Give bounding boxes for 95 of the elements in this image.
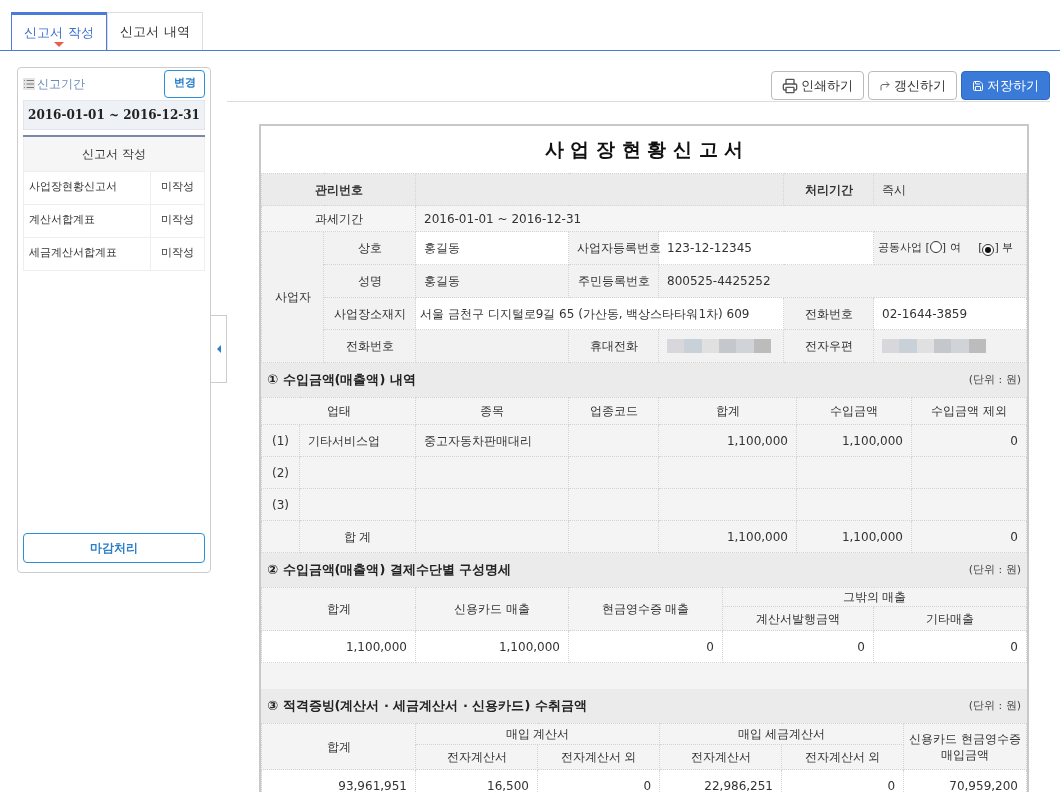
field-value: 2016-01-01 ~ 2016-12-31 bbox=[415, 205, 1027, 232]
column-header: 합계 bbox=[658, 397, 797, 425]
print-button[interactable]: 인쇄하기 bbox=[771, 71, 864, 100]
unit-label: (단위 : 원) bbox=[968, 371, 1021, 388]
bracket-text: ] bbox=[994, 240, 999, 254]
field-value: 즉시 bbox=[873, 173, 1027, 206]
table-cell: 1,100,000 bbox=[796, 520, 912, 553]
total-label: 합 계 bbox=[299, 520, 416, 553]
field-value: 홍길동 bbox=[415, 231, 569, 265]
column-header: 그밖의 매출 bbox=[722, 587, 1027, 607]
unit-label: (단위 : 원) bbox=[968, 561, 1021, 578]
column-header: 현금영수증 매출 bbox=[568, 587, 723, 631]
field-label: 휴대전화 bbox=[568, 329, 659, 363]
caret-icon bbox=[216, 345, 221, 353]
field-label: 주민등록번호 bbox=[568, 264, 659, 298]
table-cell: 1,100,000 bbox=[658, 520, 797, 553]
field-value: 02-1644-3859 bbox=[873, 297, 1027, 330]
save-button[interactable]: 저장하기 bbox=[961, 71, 1050, 100]
field-label: 처리기간 bbox=[783, 173, 874, 206]
option-label: 여 bbox=[949, 240, 961, 254]
table-cell: 0 bbox=[568, 630, 723, 663]
field-label: 사업자등록번호 bbox=[568, 231, 659, 265]
field-value: 홍길동 bbox=[415, 264, 569, 298]
table-cell: 1,100,000 bbox=[415, 630, 569, 663]
radio-button[interactable] bbox=[929, 240, 942, 253]
section-title: ① 수입금액(매출액) 내역 bbox=[267, 371, 416, 390]
bracket-text: ] bbox=[941, 240, 947, 254]
section-title: ② 수입금액(매출액) 결제수단별 구성명세 bbox=[267, 561, 512, 580]
row-index: (3) bbox=[261, 488, 300, 521]
report-name[interactable]: 세금계산서합계표 bbox=[23, 237, 151, 270]
period-value: 2016-01-01 ~ 2016-12-31 bbox=[23, 100, 205, 130]
save-icon bbox=[972, 79, 984, 92]
field-label: 공동사업 bbox=[878, 240, 923, 254]
printer-icon bbox=[782, 77, 798, 94]
option-label: 부 bbox=[1002, 240, 1014, 254]
column-header: 수입금액 bbox=[796, 397, 912, 425]
list-icon bbox=[23, 77, 35, 90]
caret-icon bbox=[54, 42, 64, 47]
table-cell: 0 bbox=[873, 630, 1027, 663]
table-cell: 1,100,000 bbox=[658, 424, 797, 457]
row-index: (1) bbox=[261, 424, 300, 457]
column-header: 매입 세금계산서 bbox=[659, 723, 904, 745]
column-header: 업종코드 bbox=[568, 397, 659, 425]
column-header: 신용카드 매출 bbox=[415, 587, 569, 631]
arrow-icon bbox=[879, 79, 891, 92]
table-cell: 0 bbox=[911, 424, 1027, 457]
field-label: 관리번호 bbox=[261, 173, 416, 206]
column-header: 계산서발행금액 bbox=[722, 606, 874, 631]
status-text: 미작성 bbox=[150, 204, 205, 237]
section-title: ③ 적격증빙(계산서 · 세금계산서 · 신용카드) 수취금액 bbox=[267, 697, 587, 716]
column-header: 매입 계산서 bbox=[415, 723, 660, 745]
column-header: 전자계산서 bbox=[415, 744, 538, 770]
report-name[interactable]: 사업장현황신고서 bbox=[23, 171, 151, 204]
bracket-text: [ bbox=[925, 240, 930, 254]
status-text: 미작성 bbox=[150, 171, 205, 204]
tab[interactable]: 신고서 작성 bbox=[11, 12, 107, 50]
close-button[interactable]: 마감처리 bbox=[23, 533, 205, 563]
column-header: 업태 bbox=[261, 397, 416, 425]
column-header: 전자계산서 외 bbox=[537, 744, 660, 770]
column-header: 전자계산서 bbox=[659, 744, 782, 770]
status-text: 미작성 bbox=[150, 237, 205, 270]
table-cell: 93,961,951 bbox=[261, 769, 416, 792]
field-value: 서울 금천구 디지털로9길 65 (가산동, 백상스타타워1차) 609 bbox=[415, 297, 784, 330]
column-header: 합계 bbox=[261, 723, 416, 770]
change-button[interactable]: 변경 bbox=[164, 69, 205, 98]
field-label: 성명 bbox=[323, 264, 416, 298]
field-value: 800525-4425252 bbox=[658, 264, 1027, 298]
column-header: 합계 bbox=[261, 587, 416, 631]
table-cell: 중고자동차판매대리 bbox=[415, 424, 569, 457]
field-label: 사업장소재지 bbox=[323, 297, 416, 330]
bracket-text: [ bbox=[978, 240, 983, 254]
table-cell: 0 bbox=[722, 630, 874, 663]
field-label: 과세기간 bbox=[261, 205, 416, 232]
collapse-handle[interactable] bbox=[211, 315, 227, 383]
unit-label: (단위 : 원) bbox=[968, 697, 1021, 714]
section-heading: 신고서 작성 bbox=[23, 136, 205, 171]
table-cell: 1,100,000 bbox=[261, 630, 416, 663]
form-title: 사 업 장 현 황 신 고 서 bbox=[261, 126, 1027, 173]
field-label: 상호 bbox=[323, 231, 416, 265]
period-label: 신고기간 bbox=[37, 75, 85, 93]
report-name[interactable]: 계산서합계표 bbox=[23, 204, 151, 237]
field-label: 사업자 bbox=[261, 231, 324, 363]
column-header: 종목 bbox=[415, 397, 569, 425]
row-index: (2) bbox=[261, 456, 300, 489]
table-cell: 0 bbox=[911, 520, 1027, 553]
tab[interactable]: 신고서 내역 bbox=[107, 12, 203, 50]
field-label: 전자우편 bbox=[783, 329, 874, 363]
radio-button[interactable] bbox=[982, 243, 995, 256]
table-cell: 1,100,000 bbox=[796, 424, 912, 457]
field-label: 전화번호 bbox=[323, 329, 416, 363]
field-label: 전화번호 bbox=[783, 297, 874, 330]
table-cell: 기타서비스업 bbox=[299, 424, 416, 457]
refresh-button[interactable]: 갱신하기 bbox=[868, 71, 957, 100]
column-header: 수입금액 제외 bbox=[911, 397, 1027, 425]
column-header: 기타매출 bbox=[873, 606, 1027, 631]
